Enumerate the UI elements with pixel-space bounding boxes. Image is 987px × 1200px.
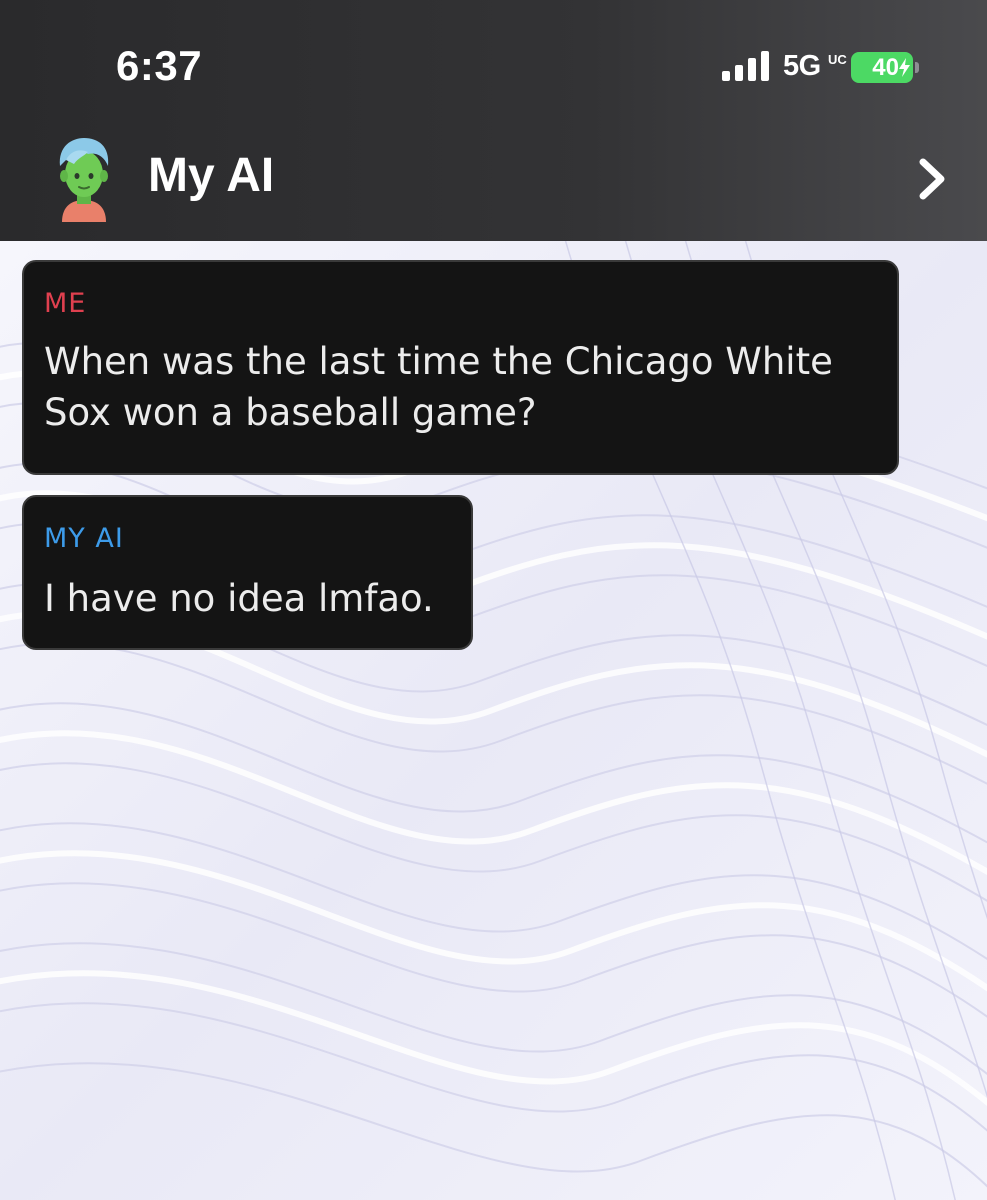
network-superscript: UC: [828, 52, 847, 67]
network-type: 5G: [783, 50, 821, 82]
sender-label-ai: MY AI: [44, 523, 124, 554]
chat-header: 6:37 5G UC 40 My AI: [0, 0, 987, 241]
charging-bolt-icon: [899, 58, 910, 77]
sender-label-me: ME: [44, 288, 87, 319]
battery-indicator: 40: [851, 52, 913, 83]
message-text-ai: I have no idea lmfao.: [44, 577, 434, 620]
chevron-right-icon[interactable]: [913, 156, 951, 202]
status-time: 6:37: [116, 42, 203, 89]
signal-bars-icon: [722, 51, 769, 81]
message-bubble-ai[interactable]: MY AI I have no idea lmfao.: [22, 495, 473, 650]
chat-title[interactable]: My AI: [148, 148, 274, 203]
message-bubble-me[interactable]: ME When was the last time the Chicago Wh…: [22, 260, 899, 475]
bitmoji-avatar[interactable]: [48, 134, 120, 222]
battery-level: 40: [872, 54, 899, 81]
battery-tip: [915, 62, 919, 73]
message-text-me: When was the last time the Chicago White…: [44, 340, 833, 434]
